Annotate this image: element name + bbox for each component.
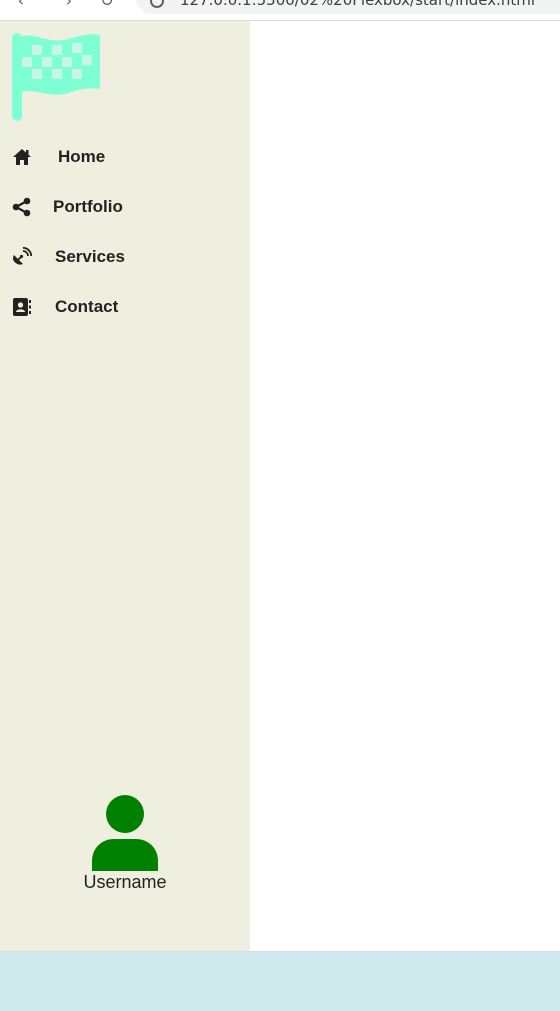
sidebar-item-home[interactable]: Home xyxy=(0,139,250,175)
reload-icon[interactable]: ↻ xyxy=(98,0,116,10)
satellite-dish-icon xyxy=(13,247,32,265)
address-bar[interactable]: 127.0.0.1:5500/02%20Flexbox/start/index.… xyxy=(136,0,560,14)
info-icon[interactable] xyxy=(150,0,164,8)
address-book-icon xyxy=(13,298,31,316)
home-icon xyxy=(13,149,31,165)
checkered-flag-icon[interactable] xyxy=(10,31,104,123)
sidebar: Home Portfolio Services Contact Username xyxy=(0,21,250,951)
user-icon[interactable] xyxy=(92,795,158,871)
sidebar-item-services[interactable]: Services xyxy=(0,239,250,275)
sidebar-item-contact[interactable]: Contact xyxy=(0,289,250,325)
username-label: Username xyxy=(83,872,167,892)
forward-icon[interactable]: › xyxy=(60,0,78,10)
sidebar-item-label: Contact xyxy=(55,297,119,316)
browser-toolbar: ‹ › ↻ 127.0.0.1:5500/02%20Flexbox/start/… xyxy=(0,0,560,21)
sidebar-item-label: Home xyxy=(58,147,106,166)
footer xyxy=(0,951,560,1011)
main-content xyxy=(250,21,560,951)
sidebar-item-portfolio[interactable]: Portfolio xyxy=(0,189,250,225)
page: ‹ › ↻ 127.0.0.1:5500/02%20Flexbox/start/… xyxy=(0,0,560,1011)
back-icon[interactable]: ‹ xyxy=(12,0,30,10)
share-icon xyxy=(12,197,31,217)
sidebar-item-label: Portfolio xyxy=(53,197,123,216)
address-text[interactable]: 127.0.0.1:5500/02%20Flexbox/start/index.… xyxy=(180,0,535,9)
sidebar-item-label: Services xyxy=(55,247,125,266)
